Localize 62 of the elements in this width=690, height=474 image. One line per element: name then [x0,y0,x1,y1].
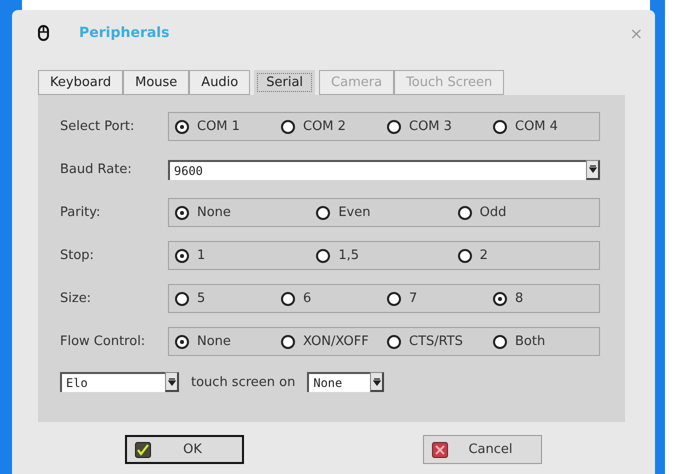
window-title: Peripherals [79,25,170,41]
tab[interactable]: Mouse [123,70,190,95]
option-label: COM 4 [515,119,558,134]
radio-button[interactable] [387,334,401,348]
radio-button[interactable] [281,120,295,134]
option-label: 2 [480,248,488,263]
option-label: Even [338,205,370,220]
radio-button[interactable] [175,334,189,348]
dropdown-button[interactable] [165,372,179,392]
cancel-button[interactable]: Cancel [423,435,542,464]
device-field[interactable]: Elo [60,372,165,392]
radio-button[interactable] [387,292,401,306]
radio-button[interactable] [175,292,189,306]
field-label: Stop: [60,248,95,263]
port-field[interactable]: None [307,372,370,392]
option-label: COM 3 [409,119,452,134]
tab[interactable]: Serial [254,70,316,95]
field-label: Baud Rate: [60,162,133,177]
caret-icon [168,378,176,386]
radio-button[interactable] [493,292,507,306]
option-label: XON/XOFF [303,334,369,349]
option-label: 7 [409,291,418,306]
radio-button[interactable] [493,120,507,134]
radio-button[interactable] [493,334,507,348]
field-label: Parity: [60,205,102,220]
field-label: Select Port: [60,119,136,134]
option-label: 6 [303,291,312,306]
option-label: 5 [197,291,206,306]
cross-icon [432,442,448,458]
dropdown-button[interactable] [370,372,384,392]
option-label: 8 [515,291,524,306]
option-label: CTS/RTS [409,334,463,349]
radio-button[interactable] [281,292,295,306]
option-label: Both [515,334,546,349]
option-label: Odd [480,205,506,220]
radio-button[interactable] [316,248,330,262]
radio-button[interactable] [458,248,472,262]
tab[interactable]: Audio [189,70,250,95]
dropdown-button[interactable] [586,160,600,180]
ok-button[interactable]: OK [125,435,244,464]
option-label: None [197,334,231,349]
mouse-icon [38,25,49,41]
radio-button[interactable] [458,206,472,220]
field-label: Size: [60,291,92,306]
caret-icon [372,378,381,386]
tab[interactable]: Keyboard [38,70,124,95]
radio-button[interactable] [387,120,401,134]
radio-button[interactable] [175,120,189,134]
radio-button[interactable] [175,248,189,262]
option-label: COM 2 [303,119,346,134]
option-label: 1 [197,248,206,263]
baud-rate-field[interactable]: 9600 [168,160,586,180]
caret-icon [588,165,596,173]
option-label: 1,5 [338,248,360,263]
radio-button[interactable] [175,206,189,220]
touch-screen-label: touch screen on [191,374,296,390]
option-label: COM 1 [197,119,240,134]
radio-button[interactable] [281,334,295,348]
field-label: Flow Control: [60,334,146,349]
check-icon [135,442,151,458]
radio-button[interactable] [316,206,330,220]
option-label: None [197,205,231,220]
